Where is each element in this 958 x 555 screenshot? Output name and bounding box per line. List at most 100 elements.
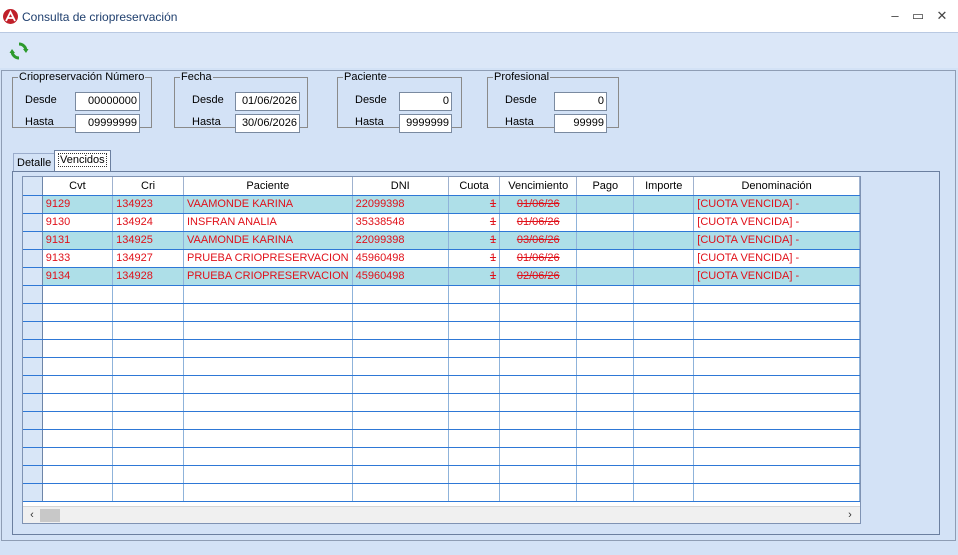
cell-pago[interactable] bbox=[576, 321, 635, 340]
cell-paciente[interactable] bbox=[183, 465, 353, 484]
cell-pago[interactable] bbox=[576, 411, 635, 430]
cell-cvt[interactable] bbox=[42, 321, 114, 340]
cell-cvt[interactable]: 9129 bbox=[42, 195, 114, 214]
cell-cri[interactable] bbox=[112, 357, 184, 376]
cell-cvt[interactable]: 9133 bbox=[42, 249, 114, 268]
cell-paciente[interactable] bbox=[183, 375, 353, 394]
cell-cvt[interactable] bbox=[42, 357, 114, 376]
empty-table-row[interactable] bbox=[23, 447, 860, 466]
cell-pago[interactable] bbox=[576, 267, 635, 286]
empty-table-row[interactable] bbox=[23, 483, 860, 502]
professional-to-field[interactable]: 99999 bbox=[554, 114, 607, 133]
cell-denominacion[interactable] bbox=[693, 321, 860, 340]
cell-vencimiento[interactable]: 02/06/26 bbox=[499, 267, 578, 286]
empty-table-row[interactable] bbox=[23, 339, 860, 358]
refresh-icon[interactable] bbox=[9, 41, 29, 61]
tab-vencidos[interactable]: Vencidos bbox=[54, 150, 111, 171]
date-to-field[interactable]: 30/06/2026 bbox=[235, 114, 300, 133]
cell-importe[interactable] bbox=[633, 339, 695, 358]
row-selector[interactable] bbox=[23, 393, 43, 412]
cell-cri[interactable]: 134924 bbox=[112, 213, 184, 232]
cell-pago[interactable] bbox=[576, 375, 635, 394]
cell-denominacion[interactable] bbox=[693, 375, 860, 394]
minimize-button[interactable]: – bbox=[885, 7, 905, 25]
cell-importe[interactable] bbox=[633, 465, 695, 484]
cell-importe[interactable] bbox=[633, 357, 695, 376]
cell-importe[interactable] bbox=[633, 429, 695, 448]
tab-detalle[interactable]: Detalle bbox=[13, 153, 56, 171]
cell-pago[interactable] bbox=[576, 231, 635, 250]
row-selector[interactable] bbox=[23, 429, 43, 448]
cell-cvt[interactable] bbox=[42, 303, 114, 322]
cell-vencimiento[interactable] bbox=[499, 429, 578, 448]
cell-dni[interactable] bbox=[352, 375, 449, 394]
horizontal-scrollbar[interactable]: ‹ › bbox=[23, 506, 860, 523]
cell-cvt[interactable]: 9134 bbox=[42, 267, 114, 286]
cell-importe[interactable] bbox=[633, 393, 695, 412]
cell-cuota[interactable]: 1 bbox=[448, 195, 501, 214]
column-header-paciente[interactable]: Paciente bbox=[183, 177, 353, 196]
column-header-pago[interactable]: Pago bbox=[576, 177, 635, 196]
cell-paciente[interactable] bbox=[183, 321, 353, 340]
column-header-cuota[interactable]: Cuota bbox=[448, 177, 501, 196]
cell-vencimiento[interactable] bbox=[499, 321, 578, 340]
cell-vencimiento[interactable]: 01/06/26 bbox=[499, 249, 578, 268]
cell-importe[interactable] bbox=[633, 213, 695, 232]
cell-cri[interactable]: 134925 bbox=[112, 231, 184, 250]
cell-cvt[interactable]: 9131 bbox=[42, 231, 114, 250]
cell-cvt[interactable] bbox=[42, 285, 114, 304]
cell-importe[interactable] bbox=[633, 249, 695, 268]
cell-cuota[interactable]: 1 bbox=[448, 231, 501, 250]
cell-cuota[interactable] bbox=[448, 447, 501, 466]
patient-to-field[interactable]: 9999999 bbox=[399, 114, 452, 133]
overdue-grid[interactable]: Cvt Cri Paciente DNI Cuota Vencimiento P… bbox=[22, 176, 861, 524]
cell-cuota[interactable] bbox=[448, 483, 501, 502]
cell-dni[interactable] bbox=[352, 447, 449, 466]
empty-table-row[interactable] bbox=[23, 321, 860, 340]
table-row[interactable]: 9134 134928 PRUEBA CRIOPRESERVACION 4596049… bbox=[23, 267, 860, 286]
maximize-button[interactable]: ▭ bbox=[908, 7, 928, 25]
cell-cvt[interactable] bbox=[42, 393, 114, 412]
row-selector[interactable] bbox=[23, 483, 43, 502]
cell-cri[interactable] bbox=[112, 339, 184, 358]
cell-denominacion[interactable] bbox=[693, 447, 860, 466]
row-selector[interactable] bbox=[23, 411, 43, 430]
cell-dni[interactable] bbox=[352, 321, 449, 340]
row-selector[interactable] bbox=[23, 231, 43, 250]
cell-importe[interactable] bbox=[633, 483, 695, 502]
row-selector[interactable] bbox=[23, 285, 43, 304]
cell-cri[interactable]: 134928 bbox=[112, 267, 184, 286]
cell-importe[interactable] bbox=[633, 303, 695, 322]
cell-pago[interactable] bbox=[576, 249, 635, 268]
patient-from-field[interactable]: 0 bbox=[399, 92, 452, 111]
cell-vencimiento[interactable]: 03/06/26 bbox=[499, 231, 578, 250]
cell-vencimiento[interactable] bbox=[499, 375, 578, 394]
cell-paciente[interactable] bbox=[183, 429, 353, 448]
cell-importe[interactable] bbox=[633, 321, 695, 340]
cell-cri[interactable] bbox=[112, 321, 184, 340]
cell-paciente[interactable]: INSFRAN ANALIA bbox=[183, 213, 353, 232]
cell-importe[interactable] bbox=[633, 375, 695, 394]
cell-vencimiento[interactable] bbox=[499, 411, 578, 430]
cell-vencimiento[interactable] bbox=[499, 285, 578, 304]
cell-cri[interactable]: 134927 bbox=[112, 249, 184, 268]
cell-paciente[interactable] bbox=[183, 411, 353, 430]
cell-dni[interactable]: 22099398 bbox=[352, 195, 449, 214]
cell-denominacion[interactable]: [CUOTA VENCIDA] - bbox=[693, 249, 860, 268]
cell-paciente[interactable]: PRUEBA CRIOPRESERVACION bbox=[183, 249, 353, 268]
cell-cvt[interactable] bbox=[42, 339, 114, 358]
table-row[interactable]: 9130 134924 INSFRAN ANALIA 35338548 1 01/06/2… bbox=[23, 213, 860, 232]
cell-vencimiento[interactable] bbox=[499, 393, 578, 412]
cell-paciente[interactable] bbox=[183, 303, 353, 322]
row-selector[interactable] bbox=[23, 375, 43, 394]
cell-cuota[interactable] bbox=[448, 357, 501, 376]
cell-pago[interactable] bbox=[576, 285, 635, 304]
cell-pago[interactable] bbox=[576, 357, 635, 376]
table-row[interactable]: 9129 134923 VAAMONDE KARINA 22099398 1 01/06… bbox=[23, 195, 860, 214]
cell-cri[interactable] bbox=[112, 429, 184, 448]
row-selector[interactable] bbox=[23, 465, 43, 484]
cell-cuota[interactable] bbox=[448, 375, 501, 394]
cell-cuota[interactable]: 1 bbox=[448, 249, 501, 268]
empty-table-row[interactable] bbox=[23, 429, 860, 448]
cell-dni[interactable] bbox=[352, 483, 449, 502]
